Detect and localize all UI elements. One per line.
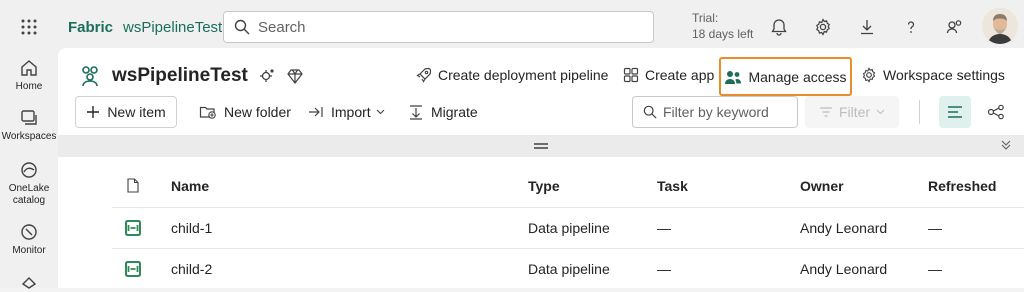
notifications-bell-icon[interactable]	[767, 15, 791, 39]
people-icon	[725, 70, 742, 84]
workspace-header: wsPipelineTest	[78, 64, 304, 88]
create-app-label: Create app	[645, 67, 715, 83]
lineage-icon	[987, 104, 1004, 120]
workspace-title: wsPipelineTest	[112, 65, 248, 86]
item-name[interactable]: child-1	[171, 220, 212, 236]
create-deployment-pipeline-button[interactable]: Create deployment pipeline	[416, 67, 608, 83]
workspaces-icon	[21, 110, 37, 125]
filter-keyword-input[interactable]: Filter by keyword	[632, 96, 798, 128]
search-icon	[643, 105, 657, 119]
workspace-content: wsPipelineTest Create deployment pipelin…	[58, 48, 1024, 288]
new-item-label: New item	[107, 104, 166, 120]
filter-lines-icon	[819, 107, 832, 117]
item-task: —	[657, 261, 671, 277]
search-placeholder: Search	[258, 18, 306, 36]
double-chevron-down-icon[interactable]	[1000, 139, 1012, 151]
filter-button[interactable]: Filter	[805, 96, 899, 128]
item-type: Data pipeline	[528, 261, 610, 277]
filter-keyword-placeholder: Filter by keyword	[663, 104, 769, 120]
rocket-icon	[416, 67, 432, 83]
settings-gear-icon[interactable]	[811, 15, 835, 39]
toolbar-divider	[919, 100, 920, 124]
gear-icon	[862, 67, 876, 83]
user-avatar[interactable]	[982, 8, 1018, 44]
item-task: —	[657, 220, 671, 236]
import-arrow-icon	[309, 107, 323, 117]
search-icon	[234, 19, 250, 35]
table-row[interactable]: child-1 Data pipeline — Andy Leonard —	[112, 207, 1024, 248]
migrate-icon	[410, 105, 422, 120]
premium-diamond-icon[interactable]	[286, 67, 304, 85]
search-input[interactable]: Search	[223, 11, 654, 43]
chevron-down-icon	[376, 109, 385, 115]
new-item-button[interactable]: New item	[75, 96, 177, 128]
item-name[interactable]: child-2	[171, 261, 212, 277]
share-feedback-icon[interactable]	[943, 15, 967, 39]
nav-label-workspaces: Workspaces	[1, 131, 57, 142]
app-launcher-icon[interactable]	[0, 0, 58, 54]
item-owner: Andy Leonard	[800, 220, 888, 236]
column-header-owner[interactable]: Owner	[800, 178, 844, 194]
table-header: Name Type Task Owner Refreshed	[58, 170, 1024, 202]
column-header-task[interactable]: Task	[657, 178, 688, 194]
nav-item-workloads[interactable]	[0, 272, 58, 292]
migrate-button[interactable]: Migrate	[408, 96, 478, 128]
plus-icon	[87, 106, 100, 118]
list-view-icon	[948, 106, 962, 118]
filter-label: Filter	[838, 104, 871, 120]
onelake-catalog-icon	[21, 162, 37, 178]
home-icon	[21, 60, 37, 76]
data-pipeline-icon	[125, 220, 141, 236]
nav-item-onelake-catalog[interactable]: OneLake catalog	[0, 160, 58, 207]
import-label: Import	[331, 104, 371, 120]
workspace-icon	[82, 66, 98, 87]
workspace-breadcrumb[interactable]: wsPipelineTest	[123, 19, 222, 36]
nav-label-onelake: OneLake catalog	[8, 183, 50, 206]
file-type-icon	[127, 178, 139, 193]
pane-splitter[interactable]	[58, 135, 1024, 157]
trial-label: Trial:	[692, 11, 719, 25]
help-icon[interactable]	[899, 15, 923, 39]
brand-label[interactable]: Fabric	[68, 19, 113, 36]
download-icon[interactable]	[855, 15, 879, 39]
column-header-name[interactable]: Name	[171, 178, 209, 194]
lineage-view-toggle[interactable]	[980, 96, 1012, 128]
drag-handle-icon	[534, 143, 548, 149]
create-deployment-pipeline-label: Create deployment pipeline	[438, 67, 609, 83]
new-folder-button[interactable]: New folder	[199, 96, 291, 128]
manage-access-button[interactable]: Manage access	[719, 57, 852, 96]
column-header-refreshed[interactable]: Refreshed	[928, 178, 996, 194]
workspace-settings-label: Workspace settings	[883, 67, 1005, 83]
monitor-icon	[21, 224, 37, 240]
item-type: Data pipeline	[528, 220, 610, 236]
nav-item-home[interactable]: Home	[0, 58, 58, 93]
left-navigation: Home Workspaces OneLake catalog Monitor	[0, 54, 58, 289]
trial-status[interactable]: Trial: 18 days left	[692, 10, 753, 42]
item-refreshed: —	[928, 220, 942, 236]
new-folder-icon	[199, 106, 216, 119]
create-app-button[interactable]: Create app	[623, 67, 714, 83]
item-owner: Andy Leonard	[800, 261, 888, 277]
workloads-icon	[21, 277, 37, 289]
nav-item-workspaces[interactable]: Workspaces	[0, 108, 58, 143]
data-pipeline-icon	[125, 261, 141, 277]
workspace-identity-icon[interactable]	[258, 67, 276, 85]
migrate-label: Migrate	[431, 104, 478, 120]
nav-label-monitor: Monitor	[12, 245, 46, 256]
item-refreshed: —	[928, 261, 942, 277]
new-folder-label: New folder	[224, 104, 291, 120]
import-dropdown[interactable]: Import	[308, 96, 385, 128]
column-header-type[interactable]: Type	[528, 178, 560, 194]
trial-days-left: 18 days left	[692, 27, 754, 41]
app-grid-icon	[623, 67, 639, 83]
nav-item-monitor[interactable]: Monitor	[0, 222, 58, 257]
list-view-toggle[interactable]	[939, 96, 971, 128]
workspace-settings-button[interactable]: Workspace settings	[861, 67, 1005, 83]
nav-label-home: Home	[15, 81, 43, 92]
chevron-down-icon	[876, 109, 885, 115]
table-row[interactable]: child-2 Data pipeline — Andy Leonard —	[112, 248, 1024, 289]
manage-access-label: Manage access	[748, 68, 847, 85]
